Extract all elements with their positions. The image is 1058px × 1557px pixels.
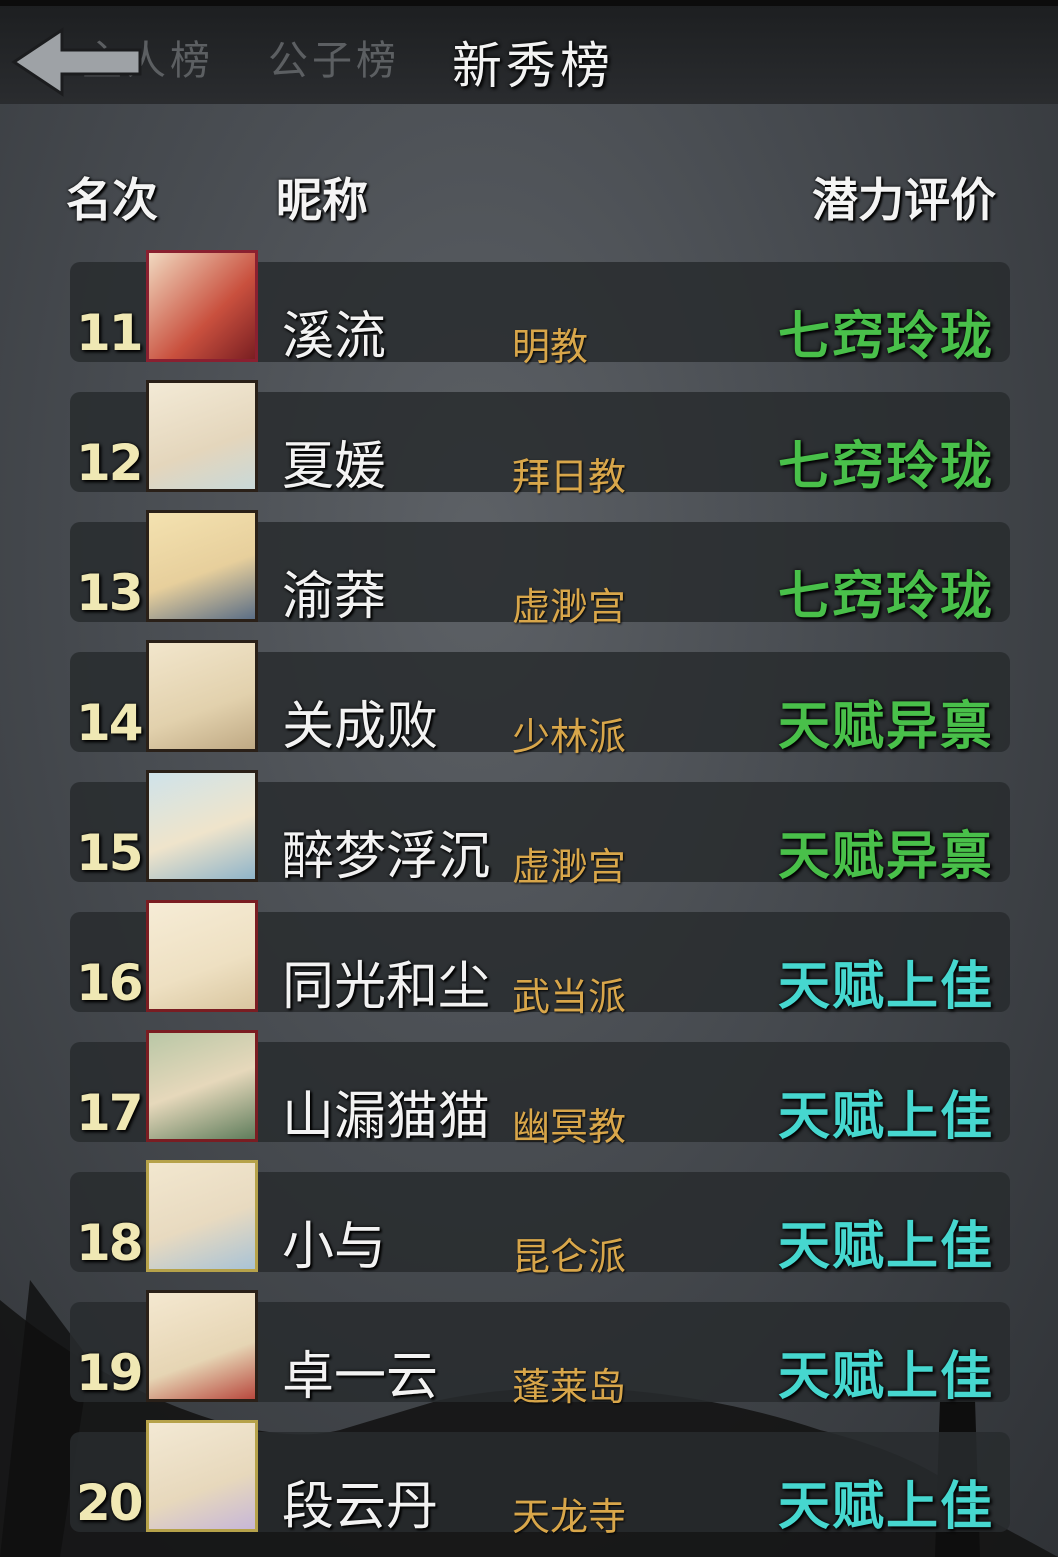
player-nickname: 溪流: [282, 307, 387, 367]
potential-rating: 天赋上佳: [777, 956, 994, 1017]
avatar[interactable]: [146, 640, 258, 752]
rank-number: 19: [76, 1344, 144, 1402]
avatar[interactable]: [146, 380, 258, 492]
potential-rating: 七窍玲珑: [777, 306, 994, 367]
potential-rating: 天赋上佳: [777, 1476, 994, 1537]
avatar[interactable]: [146, 510, 258, 622]
player-sect: 虚渺宫: [512, 845, 627, 889]
player-sect: 幽冥教: [512, 1105, 627, 1149]
avatar[interactable]: [146, 1420, 258, 1532]
avatar[interactable]: [146, 900, 258, 1012]
player-nickname: 小与: [282, 1217, 387, 1277]
avatar[interactable]: [146, 1160, 258, 1272]
rank-number: 15: [76, 824, 144, 882]
potential-rating: 天赋上佳: [777, 1346, 994, 1407]
potential-rating: 天赋上佳: [777, 1216, 994, 1277]
player-nickname: 醉梦浮沉: [282, 827, 491, 887]
rank-number: 16: [76, 954, 144, 1012]
rank-number: 20: [76, 1474, 144, 1532]
potential-rating: 七窍玲珑: [777, 566, 994, 627]
ranking-tab-bar: 主人榜 公子榜 新秀榜: [0, 0, 1058, 104]
tab-gentleman-ranking[interactable]: 公子榜: [268, 28, 400, 86]
avatar[interactable]: [146, 770, 258, 882]
player-nickname: 关成败: [282, 697, 439, 757]
column-header-rank: 名次: [66, 173, 158, 227]
potential-rating: 天赋异禀: [777, 826, 994, 887]
player-nickname: 同光和尘: [282, 957, 491, 1017]
column-header-nickname: 昵称: [276, 173, 368, 227]
avatar[interactable]: [146, 250, 258, 362]
rank-number: 17: [76, 1084, 144, 1142]
rank-number: 18: [76, 1214, 144, 1272]
avatar[interactable]: [146, 1290, 258, 1402]
avatar[interactable]: [146, 1030, 258, 1142]
player-sect: 蓬莱岛: [512, 1365, 627, 1409]
player-nickname: 卓一云: [282, 1347, 439, 1407]
player-nickname: 夏媛: [282, 437, 387, 497]
column-header-potential: 潜力评价: [812, 173, 996, 227]
rank-number: 14: [76, 694, 144, 752]
player-nickname: 渝莽: [282, 567, 387, 627]
rank-number: 13: [76, 564, 144, 622]
potential-rating: 天赋上佳: [777, 1086, 994, 1147]
player-nickname: 段云丹: [282, 1477, 439, 1537]
player-sect: 武当派: [512, 975, 627, 1019]
player-sect: 天龙寺: [512, 1495, 627, 1539]
player-sect: 少林派: [512, 715, 627, 759]
potential-rating: 天赋异禀: [777, 696, 994, 757]
player-sect: 明教: [512, 325, 589, 369]
player-sect: 昆仑派: [512, 1235, 627, 1279]
rank-number: 12: [76, 434, 144, 492]
rank-number: 11: [76, 304, 144, 362]
player-nickname: 山漏猫猫: [282, 1087, 491, 1147]
player-sect: 虚渺宫: [512, 585, 627, 629]
potential-rating: 七窍玲珑: [777, 436, 994, 497]
player-sect: 拜日教: [512, 455, 627, 499]
back-arrow-icon[interactable]: [0, 22, 150, 102]
tab-rookie-ranking[interactable]: 新秀榜: [452, 26, 614, 98]
